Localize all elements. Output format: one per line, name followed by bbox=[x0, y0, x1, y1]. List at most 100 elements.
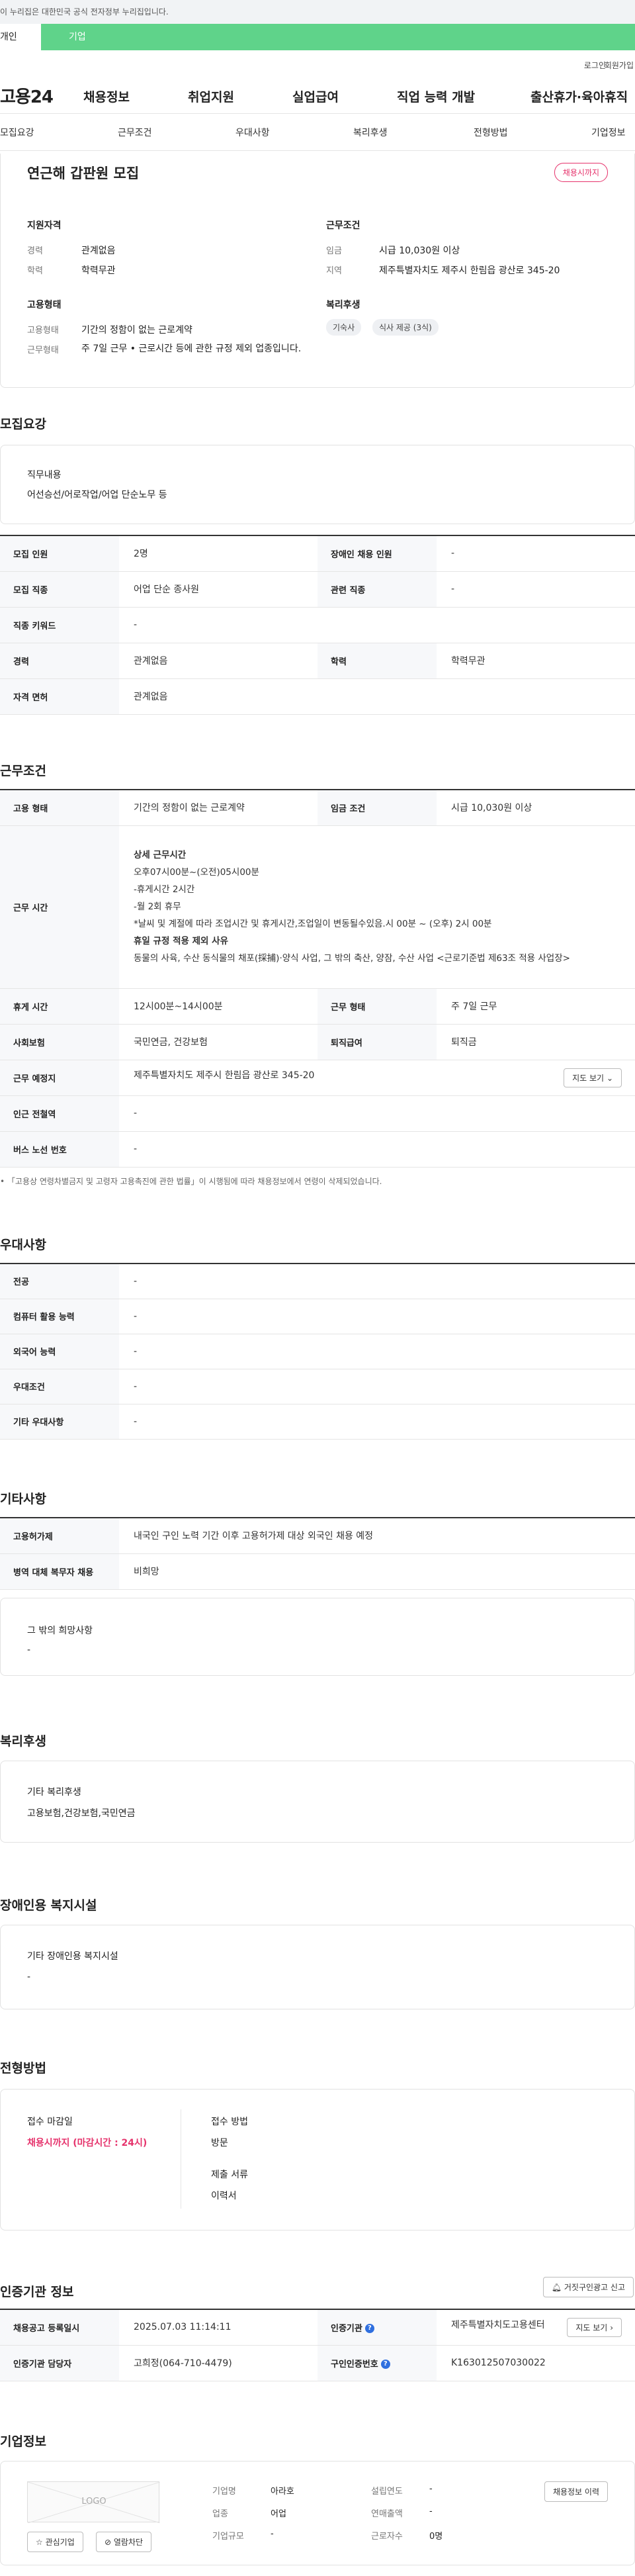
method-heading: 접수 방법 bbox=[211, 2117, 248, 2127]
table-row: 모집 직종 어업 단순 종사원 관련 직종 - bbox=[0, 571, 635, 608]
snb-process[interactable]: 전형방법 bbox=[474, 126, 508, 139]
th-pref-cond: 우대조건 bbox=[0, 1369, 119, 1404]
tab-business[interactable]: 기업 bbox=[41, 24, 635, 50]
th-bus: 버스 노선 번호 bbox=[0, 1131, 119, 1168]
agency-label: 인증기관 bbox=[331, 2323, 362, 2334]
gnb-employment-support[interactable]: 취업지원 bbox=[188, 87, 234, 105]
gnb-jobs[interactable]: 채용정보 bbox=[83, 87, 130, 105]
interest-company-button[interactable]: ☆ 관심기업 bbox=[27, 2532, 83, 2552]
sales-value: - bbox=[429, 2507, 433, 2516]
th-job-type: 모집 직종 bbox=[0, 571, 119, 608]
star-icon: ☆ bbox=[36, 2538, 43, 2547]
industry-value: 어업 bbox=[271, 2509, 286, 2519]
recruit-title: 모집요강 bbox=[0, 417, 46, 432]
th-subway: 인근 전철역 bbox=[0, 1095, 119, 1132]
disabled-heading: 기타 장애인용 복지시설 bbox=[27, 1951, 118, 1962]
sales-label: 연매출액 bbox=[371, 2509, 403, 2519]
question-icon[interactable]: ? bbox=[364, 2324, 374, 2334]
join-link[interactable]: 회원가입 bbox=[605, 60, 634, 71]
welfare-card: 기타 복리후생 고용보험,건강보험,국민연금 bbox=[0, 1761, 635, 1843]
td-major: - bbox=[119, 1264, 635, 1299]
utility-bar: 로그인 회원가입 bbox=[0, 50, 635, 74]
snb-work[interactable]: 근무조건 bbox=[118, 126, 152, 139]
td-job-type: 어업 단순 종사원 bbox=[119, 571, 318, 608]
welfare-chip-meal: 식사 제공 (3식) bbox=[372, 319, 439, 336]
duty-card: 직무내용 어선승선/어로작업/어업 단순노무 등 bbox=[0, 445, 635, 524]
gov-banner-text: 이 누리집은 대한민국 공식 전자정부 누리집입니다. bbox=[0, 7, 169, 17]
td-insurance: 국민연금, 건강보험 bbox=[119, 1024, 318, 1060]
company-card: LOGO ☆ 관심기업 ⊘ 열람차단 기업명 아라호 업종 어업 기업규모 - … bbox=[0, 2461, 635, 2565]
hours-line: 오후07시00분~(오전)05시00분 bbox=[134, 867, 259, 878]
table-row: 병역 대체 복무자 채용 비희망 bbox=[0, 1553, 635, 1590]
job-title: 연근해 갑판원 모집 bbox=[27, 165, 140, 181]
td-career: 관계없음 bbox=[119, 643, 318, 679]
gnb-unemployment-benefit[interactable]: 실업급여 bbox=[292, 87, 339, 105]
table-row: 직종 키워드 - bbox=[0, 607, 635, 643]
td-disabled-headcount: - bbox=[437, 535, 635, 572]
region-value: 제주특별자치도 제주시 한림읍 광산로 345-20 bbox=[379, 265, 560, 276]
method-value: 방문 bbox=[211, 2138, 228, 2148]
hours-line: -휴게시간 2시간 bbox=[134, 884, 195, 895]
table-row: 고용 형태 기간의 정함이 없는 근로계약 임금 조건 시급 10,030원 이… bbox=[0, 790, 635, 826]
td-headcount: 2명 bbox=[119, 535, 318, 572]
table-row: 인근 전철역 - bbox=[0, 1095, 635, 1132]
td-break: 12시00분~14시00분 bbox=[119, 988, 318, 1025]
td-work-place: 제주특별자치도 제주시 한림읍 광산로 345-20 지도 보기 ⌄ bbox=[119, 1060, 635, 1096]
job-history-button[interactable]: 채용정보 이력 bbox=[544, 2481, 608, 2502]
th-language: 외국어 능력 bbox=[0, 1334, 119, 1369]
welfare-title: 복리후생 bbox=[0, 1734, 46, 1749]
docs-value: 이력서 bbox=[211, 2191, 237, 2201]
th-military: 병역 대체 복무자 채용 bbox=[0, 1553, 119, 1590]
td-bus: - bbox=[119, 1131, 635, 1168]
welfare-etc-heading: 기타 복리후생 bbox=[27, 1787, 81, 1798]
th-pref-etc: 기타 우대사항 bbox=[0, 1404, 119, 1440]
table-row: 우대조건 - bbox=[0, 1369, 635, 1404]
table-row: 인증기관 담당자 고희정(064-710-4479) 구인인증번호? K1630… bbox=[0, 2345, 635, 2381]
td-license: 관계없음 bbox=[119, 678, 635, 715]
site-logo[interactable]: 고용24 bbox=[0, 83, 54, 108]
cond-heading: 근무조건 bbox=[326, 220, 360, 231]
docs-heading: 제출 서류 bbox=[211, 2170, 248, 2180]
td-eps: 내국인 구인 노력 기간 이후 고용허가제 대상 외국인 채용 예정 bbox=[119, 1518, 635, 1554]
holiday-exception-head: 휴일 규정 적용 제외 사유 bbox=[134, 936, 228, 946]
th-agency: 인증기관? bbox=[318, 2309, 437, 2346]
question-icon[interactable]: ? bbox=[380, 2360, 390, 2369]
th-headcount: 모집 인원 bbox=[0, 535, 119, 572]
agency-table: 채용공고 등록일시 2025.07.03 11:14:11 인증기관? 제주특별… bbox=[0, 2309, 635, 2381]
snb-pref[interactable]: 우대사항 bbox=[235, 126, 270, 139]
block-view-button[interactable]: ⊘ 열람차단 bbox=[96, 2532, 152, 2552]
worktype-label: 근무형태 bbox=[27, 345, 59, 355]
table-row: 사회보험 국민연금, 건강보험 퇴직급여 퇴직금 bbox=[0, 1024, 635, 1060]
snb-company[interactable]: 기업정보 bbox=[591, 126, 626, 139]
disabled-title: 장애인용 복지시설 bbox=[0, 1898, 97, 1913]
summary-card: 연근해 갑판원 모집 채용시까지 지원자격 경력 관계없음 학력 학력무관 근무… bbox=[0, 154, 635, 388]
th-computer: 컴퓨터 활용 능력 bbox=[0, 1299, 119, 1334]
agency-title: 인증기관 정보 bbox=[0, 2285, 74, 2299]
td-retirement: 퇴직금 bbox=[437, 1024, 635, 1060]
tab-personal[interactable]: 개인 bbox=[0, 24, 41, 50]
snb-recruit[interactable]: 모집요강 bbox=[0, 126, 34, 139]
agency-name: 제주특별자치도고용센터 bbox=[451, 2319, 545, 2330]
agency-map-button[interactable]: 지도 보기 › bbox=[567, 2317, 622, 2337]
table-row: 버스 노선 번호 - bbox=[0, 1131, 635, 1168]
td-language: - bbox=[119, 1334, 635, 1369]
cert-no-label: 구인인증번호 bbox=[331, 2359, 378, 2369]
table-row: 근무 예정지 제주특별자치도 제주시 한림읍 광산로 345-20 지도 보기 … bbox=[0, 1060, 635, 1096]
company-title: 기업정보 bbox=[0, 2434, 46, 2449]
th-related-job: 관련 직종 bbox=[318, 571, 437, 608]
qual-heading: 지원자격 bbox=[27, 220, 62, 231]
td-military: 비희망 bbox=[119, 1553, 635, 1590]
login-link[interactable]: 로그인 bbox=[584, 60, 606, 71]
table-row: 외국어 능력 - bbox=[0, 1334, 635, 1369]
hours-line: -월 2회 휴무 bbox=[134, 901, 181, 912]
gnb-parental-leave[interactable]: 출산휴가·육아휴직 bbox=[530, 87, 628, 105]
th-education: 학력 bbox=[318, 643, 437, 679]
td-computer: - bbox=[119, 1299, 635, 1334]
snb-welfare[interactable]: 복리후생 bbox=[353, 126, 388, 139]
gnb-skills-training[interactable]: 직업 능력 개발 bbox=[397, 87, 475, 105]
section-nav: 모집요강 근무조건 우대사항 복리후생 전형방법 기업정보 bbox=[0, 114, 635, 151]
report-fake-ad-button[interactable]: 🔔︎ 거짓구인광고 신고 bbox=[542, 2277, 634, 2297]
welfare-chip-dorm: 기숙사 bbox=[326, 319, 362, 336]
map-view-button[interactable]: 지도 보기 ⌄ bbox=[564, 1068, 622, 1087]
disabled-value: - bbox=[27, 1972, 31, 1982]
